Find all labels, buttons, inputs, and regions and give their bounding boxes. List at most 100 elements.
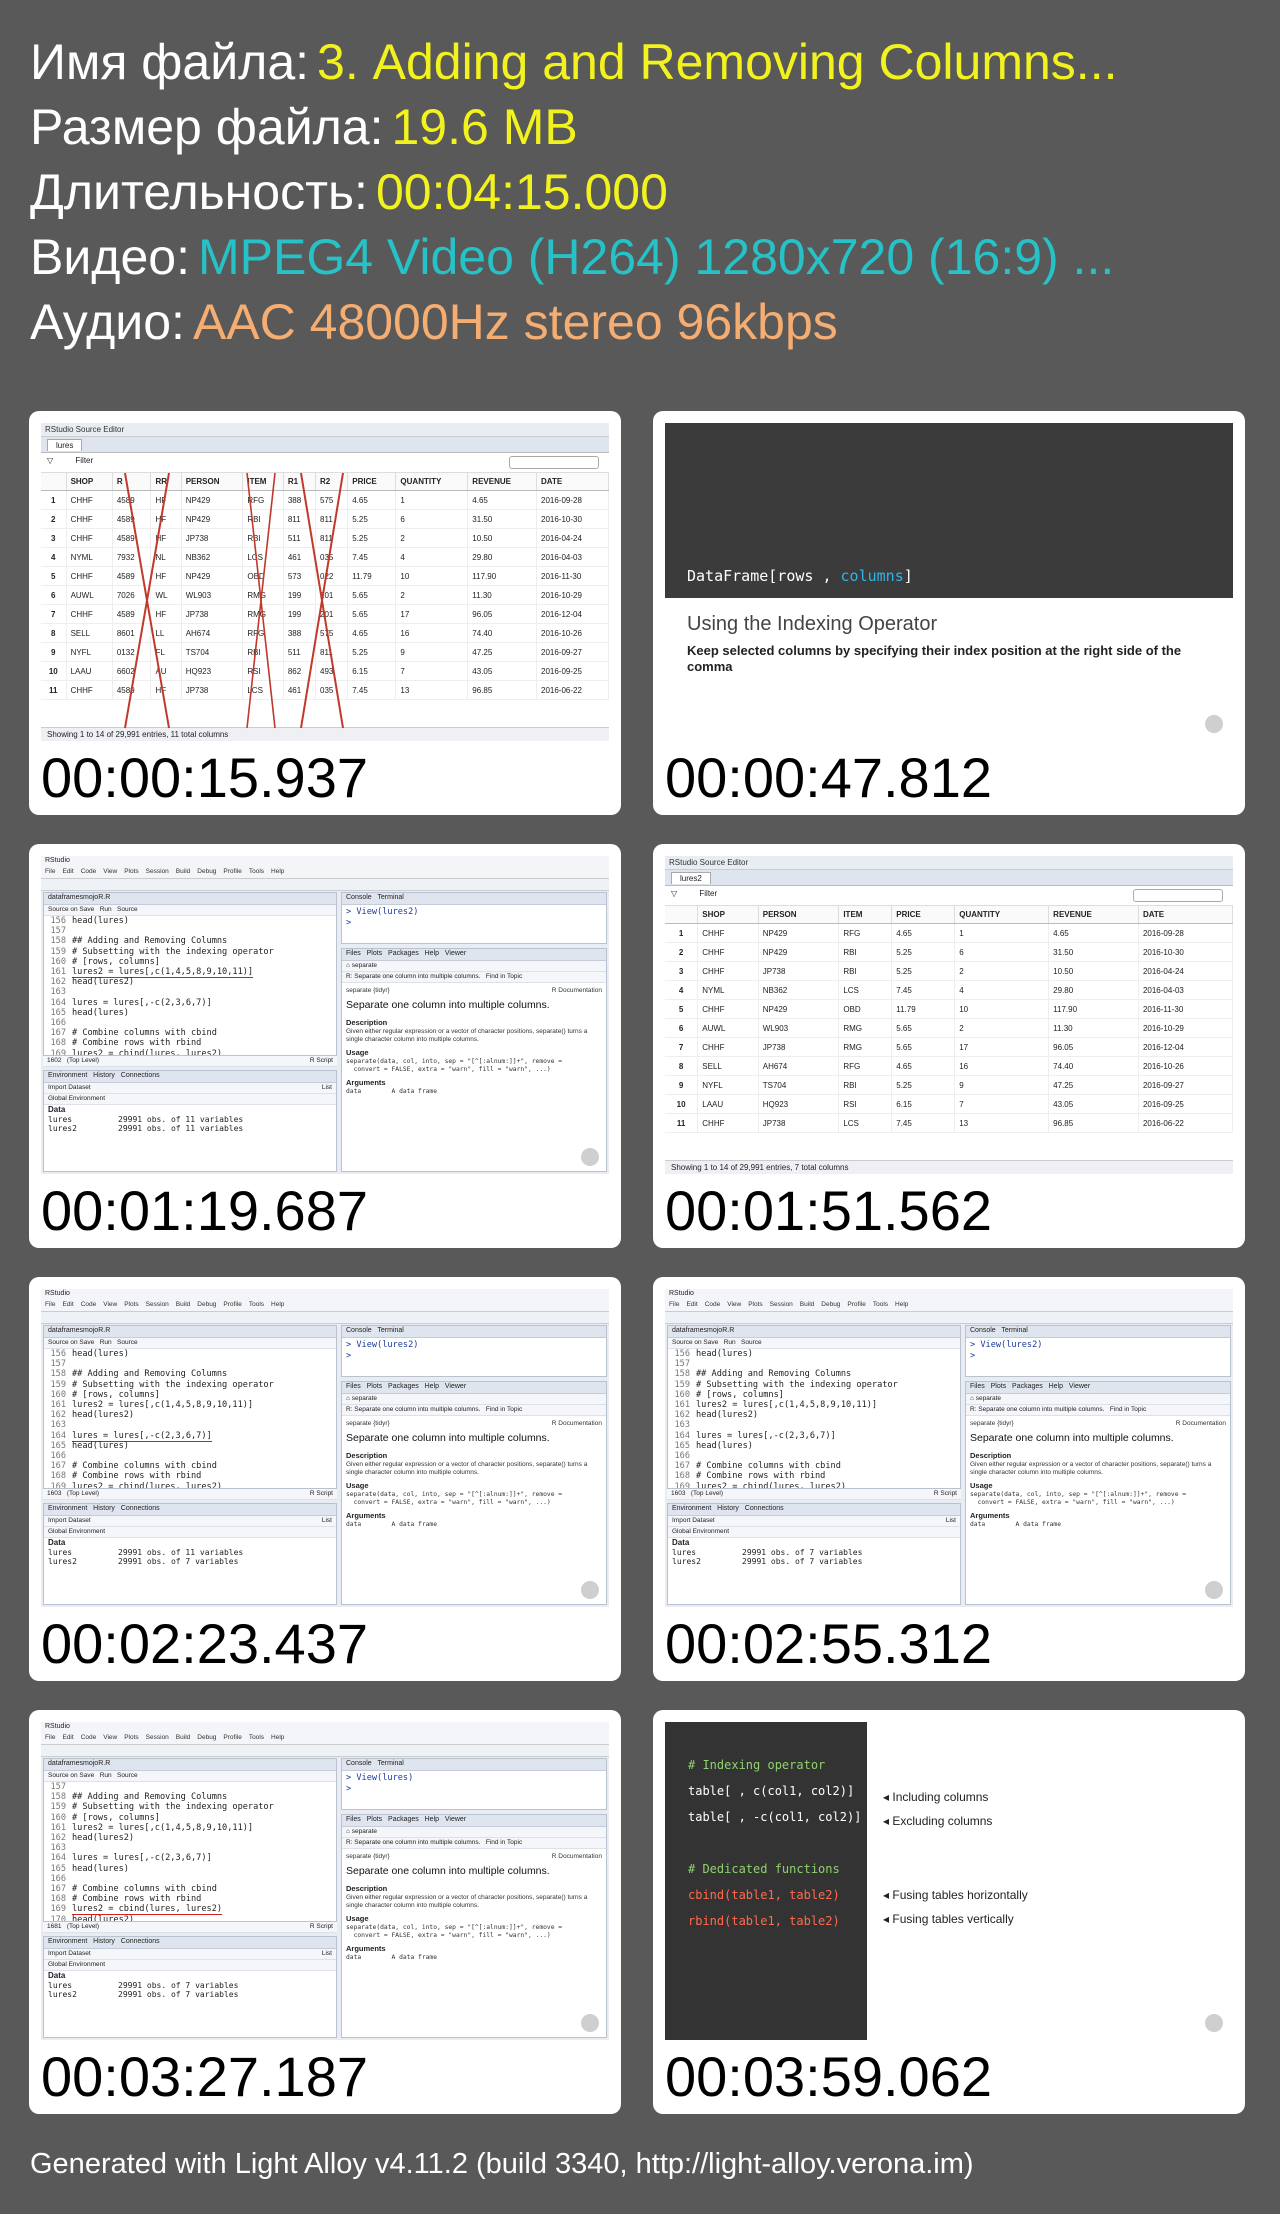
code-line[interactable]: 160 # [rows, columns] — [668, 1390, 960, 1400]
tab-files-pane[interactable]: Files — [346, 950, 361, 957]
menu-item[interactable]: Debug — [197, 1734, 216, 1741]
menu-item[interactable]: File — [45, 868, 55, 875]
code-line[interactable]: 166 — [44, 1018, 336, 1028]
tab-terminal[interactable]: Terminal — [377, 1760, 403, 1767]
menu-item[interactable]: Code — [705, 1301, 721, 1308]
env-variable-row[interactable]: lures2 29991 obs. of 7 variables — [44, 1990, 336, 2000]
code-line[interactable]: 169 lures2 = cbind(lures, lures2) — [44, 1049, 336, 1055]
thumbnail-7[interactable]: RStudio File Edit Code View Plots Session Build… — [29, 1710, 621, 2114]
help-search-input[interactable]: separate — [352, 962, 377, 969]
code-line[interactable]: 160 # [rows, columns] — [44, 1390, 336, 1400]
filter-icon[interactable]: ▽ — [671, 889, 677, 898]
table-row[interactable]: 6 AUWL WL903 RMG 5.65 2 11.30 2016-10-29 — [665, 1018, 1233, 1038]
tab-files-pane[interactable]: Viewer — [445, 950, 466, 957]
tab-files-pane[interactable]: Help — [425, 1383, 439, 1390]
menu-item[interactable]: Tools — [249, 1734, 264, 1741]
menu-item[interactable]: Session — [146, 868, 169, 875]
global-environment-select[interactable]: Global Environment — [672, 1528, 729, 1535]
table-row[interactable]: 11 CHHF JP738 LCS 7.45 13 96.85 2016-06-22 — [665, 1113, 1233, 1133]
thumbnail-4[interactable]: RStudio Source Editor lures2 ▽ Filter SH… — [653, 844, 1245, 1248]
code-line[interactable]: 157 — [668, 1359, 960, 1369]
tab-console[interactable]: Console — [970, 1327, 996, 1334]
menu-item[interactable]: Edit — [62, 1301, 73, 1308]
env-variable-row[interactable]: lures2 29991 obs. of 7 variables — [668, 1557, 960, 1567]
code-line[interactable]: 157 — [44, 1782, 336, 1792]
code-line[interactable]: 169 lures2 = cbind(lures, lures2) — [668, 1482, 960, 1488]
code-line[interactable]: 167 # Combine columns with cbind — [44, 1461, 336, 1471]
code-line[interactable]: 158 ## Adding and Removing Columns — [44, 936, 336, 946]
code-line[interactable]: 162 head(lures2) — [44, 1833, 336, 1843]
menu-item[interactable]: Plots — [124, 868, 138, 875]
home-icon[interactable]: ⌂ — [346, 1828, 350, 1835]
tab-env-pane[interactable]: History — [93, 1505, 115, 1512]
list-view-toggle[interactable]: List — [322, 1517, 332, 1524]
source-button[interactable]: Source — [117, 1772, 138, 1779]
menu-item[interactable]: Profile — [847, 1301, 865, 1308]
run-button[interactable]: Run — [100, 1339, 112, 1346]
table-row[interactable]: 8 SELL AH674 RFG 4.65 16 74.40 2016-10-26 — [665, 1056, 1233, 1076]
code-line[interactable]: 159 # Subsetting with the indexing operat… — [44, 947, 336, 957]
source-on-save[interactable]: Source on Save — [48, 906, 94, 913]
menu-item[interactable]: Code — [81, 868, 97, 875]
help-topic[interactable]: R: Separate one column into multiple col… — [346, 1839, 480, 1846]
code-line[interactable]: 161 lures2 = lures[,c(1,4,5,8,9,10,11)] — [44, 1400, 336, 1410]
thumbnail-2[interactable]: DataFrame[rows , columns] Using the Inde… — [653, 411, 1245, 815]
code-line[interactable]: 164 lures = lures[,-c(2,3,6,7)] — [44, 1853, 336, 1863]
menu-item[interactable]: View — [103, 1734, 117, 1741]
code-line[interactable]: 156 head(lures) — [44, 916, 336, 926]
help-find-input[interactable]: Find in Topic — [486, 1839, 522, 1846]
tab-env-pane[interactable]: Connections — [121, 1505, 160, 1512]
code-line[interactable]: 169 lures2 = cbind(lures, lures2) — [44, 1482, 336, 1488]
table-row[interactable]: 7 CHHF JP738 RMG 5.65 17 96.05 2016-12-04 — [665, 1037, 1233, 1057]
code-line[interactable]: 165 head(lures) — [668, 1441, 960, 1451]
table-row[interactable]: 5 CHHF NP429 OBD 11.79 10 117.90 2016-11-30 — [665, 999, 1233, 1019]
menu-item[interactable]: Tools — [873, 1301, 888, 1308]
tab-files-pane[interactable]: Packages — [1012, 1383, 1043, 1390]
global-environment-select[interactable]: Global Environment — [48, 1528, 105, 1535]
menu-item[interactable]: Code — [81, 1301, 97, 1308]
list-view-toggle[interactable]: List — [322, 1950, 332, 1957]
console-output[interactable]: > View(lures) > — [342, 1771, 606, 1797]
help-search-input[interactable]: separate — [352, 1828, 377, 1835]
menu-item[interactable]: View — [727, 1301, 741, 1308]
code-line[interactable]: 160 # [rows, columns] — [44, 957, 336, 967]
code-line[interactable]: 159 # Subsetting with the indexing operat… — [668, 1380, 960, 1390]
tab-source-file[interactable]: dataframesmojoR.R — [48, 1327, 110, 1334]
run-button[interactable]: Run — [724, 1339, 736, 1346]
tab-files-pane[interactable]: Packages — [388, 1383, 419, 1390]
code-line[interactable]: 164 lures = lures[,-c(2,3,6,7)] — [668, 1431, 960, 1441]
tab-files-pane[interactable]: Viewer — [1069, 1383, 1090, 1390]
code-line[interactable]: 167 # Combine columns with cbind — [44, 1884, 336, 1894]
menu-item[interactable]: Session — [146, 1734, 169, 1741]
code-line[interactable]: 167 # Combine columns with cbind — [44, 1028, 336, 1038]
code-line[interactable]: 163 — [44, 987, 336, 997]
table-row[interactable]: 10 LAAU HQ923 RSI 6.15 7 43.05 2016-09-25 — [665, 1094, 1233, 1114]
code-line[interactable]: 168 # Combine rows with rbind — [668, 1471, 960, 1481]
menu-item[interactable]: Build — [176, 1301, 190, 1308]
source-on-save[interactable]: Source on Save — [48, 1339, 94, 1346]
help-topic[interactable]: R: Separate one column into multiple col… — [346, 1406, 480, 1413]
source-button[interactable]: Source — [117, 1339, 138, 1346]
code-line[interactable]: 163 — [668, 1420, 960, 1430]
tab-env-pane[interactable]: History — [93, 1938, 115, 1945]
tab-console[interactable]: Console — [346, 1327, 372, 1334]
tab-source-file[interactable]: dataframesmojoR.R — [48, 1760, 110, 1767]
code-line[interactable]: 163 — [44, 1843, 336, 1853]
menu-item[interactable]: Profile — [223, 1301, 241, 1308]
run-button[interactable]: Run — [100, 906, 112, 913]
code-line[interactable]: 168 # Combine rows with rbind — [44, 1471, 336, 1481]
code-line[interactable]: 165 head(lures) — [44, 1008, 336, 1018]
code-line[interactable]: 164 lures = lures[,-c(2,3,6,7)] — [44, 998, 336, 1008]
env-variable-row[interactable]: lures 29991 obs. of 11 variables — [44, 1115, 336, 1125]
tab-files-pane[interactable]: Viewer — [445, 1383, 466, 1390]
search-input[interactable] — [1133, 889, 1223, 902]
code-line[interactable]: 170 head(lures2) — [44, 1915, 336, 1921]
column-header[interactable]: PRICE — [891, 906, 956, 924]
tab-terminal[interactable]: Terminal — [1001, 1327, 1027, 1334]
code-line[interactable]: 158 ## Adding and Removing Columns — [44, 1792, 336, 1802]
import-dataset-button[interactable]: Import Dataset — [48, 1950, 91, 1957]
console-output[interactable]: > View(lures2) > — [966, 1338, 1230, 1364]
menu-item[interactable]: Edit — [62, 1734, 73, 1741]
tab-console[interactable]: Console — [346, 1760, 372, 1767]
column-header[interactable]: SHOP — [697, 906, 759, 924]
